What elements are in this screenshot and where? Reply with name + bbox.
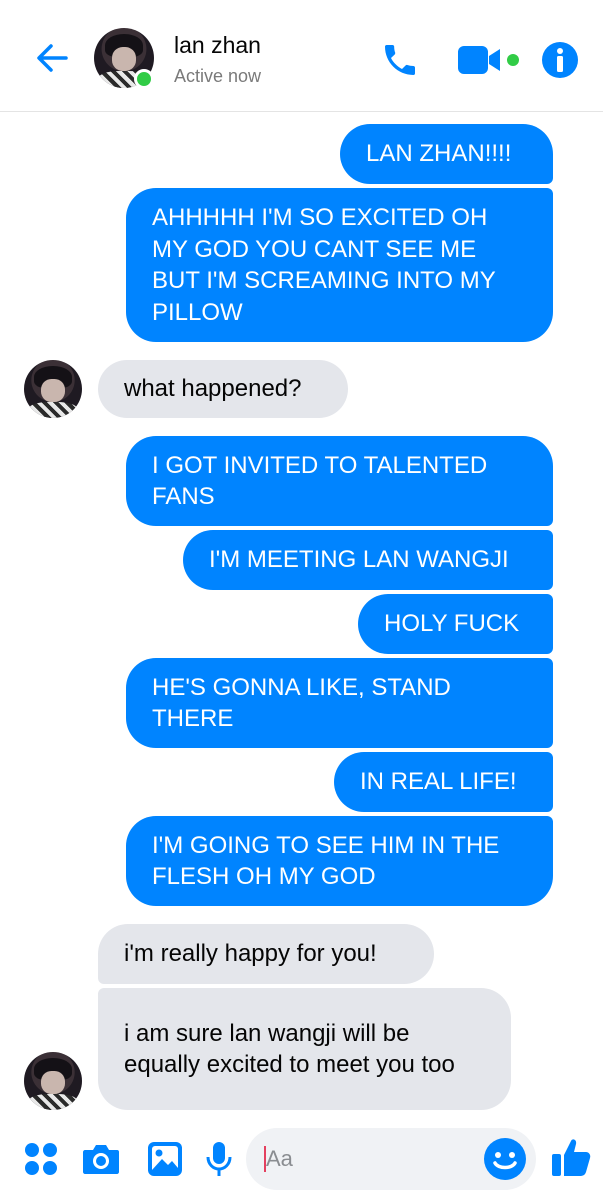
info-icon bbox=[542, 42, 578, 78]
gallery-button[interactable] bbox=[142, 1136, 188, 1182]
message-bubble-incoming[interactable]: i'm really happy for you! bbox=[98, 924, 434, 984]
menu-dots-icon bbox=[25, 1143, 57, 1175]
message-bubble-outgoing[interactable]: I GOT INVITED TO TALENTED FANS bbox=[126, 436, 553, 526]
message-bubble-outgoing[interactable]: LAN ZHAN!!!! bbox=[340, 124, 553, 184]
back-arrow-icon bbox=[37, 44, 68, 72]
message-bubble-outgoing[interactable]: I'M GOING TO SEE HIM IN THE FLESH OH MY … bbox=[126, 816, 553, 906]
message-bubble-outgoing[interactable]: AHHHHH I'M SO EXCITED OH MY GOD YOU CANT… bbox=[126, 188, 553, 342]
voice-call-button[interactable] bbox=[378, 38, 422, 82]
message-input[interactable] bbox=[266, 1128, 466, 1190]
contact-avatar bbox=[24, 1052, 82, 1110]
message-bubble-outgoing[interactable]: HE'S GONNA LIKE, STAND THERE bbox=[126, 658, 553, 748]
contact-status: Active now bbox=[174, 66, 262, 86]
chat-header: lan zhan Active now bbox=[0, 0, 603, 112]
message-input-box[interactable] bbox=[246, 1128, 536, 1190]
emoji-icon bbox=[484, 1138, 526, 1180]
message-composer bbox=[0, 1118, 603, 1200]
contact-name[interactable]: lan zhan bbox=[174, 32, 261, 59]
more-actions-button[interactable] bbox=[18, 1136, 64, 1182]
video-call-button[interactable] bbox=[456, 38, 524, 82]
video-camera-icon bbox=[458, 46, 519, 74]
back-button[interactable] bbox=[30, 36, 74, 80]
like-button[interactable] bbox=[546, 1132, 596, 1182]
message-bubble-outgoing[interactable]: I'M MEETING LAN WANGJI bbox=[183, 530, 553, 590]
camera-button[interactable] bbox=[78, 1136, 124, 1182]
emoji-button[interactable] bbox=[482, 1136, 528, 1182]
microphone-icon bbox=[206, 1142, 232, 1176]
voice-message-button[interactable] bbox=[196, 1136, 242, 1182]
thumbs-up-icon bbox=[552, 1139, 591, 1176]
gallery-icon bbox=[148, 1142, 182, 1176]
camera-icon bbox=[83, 1145, 119, 1174]
online-indicator bbox=[134, 69, 154, 89]
contact-avatar bbox=[24, 360, 82, 418]
info-button[interactable] bbox=[538, 38, 582, 82]
message-bubble-incoming[interactable]: i am sure lan wangji will be equally exc… bbox=[98, 988, 511, 1110]
message-bubble-incoming[interactable]: what happened? bbox=[98, 360, 348, 418]
message-bubble-outgoing[interactable]: IN REAL LIFE! bbox=[334, 752, 553, 812]
message-bubble-outgoing[interactable]: HOLY FUCK bbox=[358, 594, 553, 654]
phone-icon bbox=[385, 45, 415, 75]
